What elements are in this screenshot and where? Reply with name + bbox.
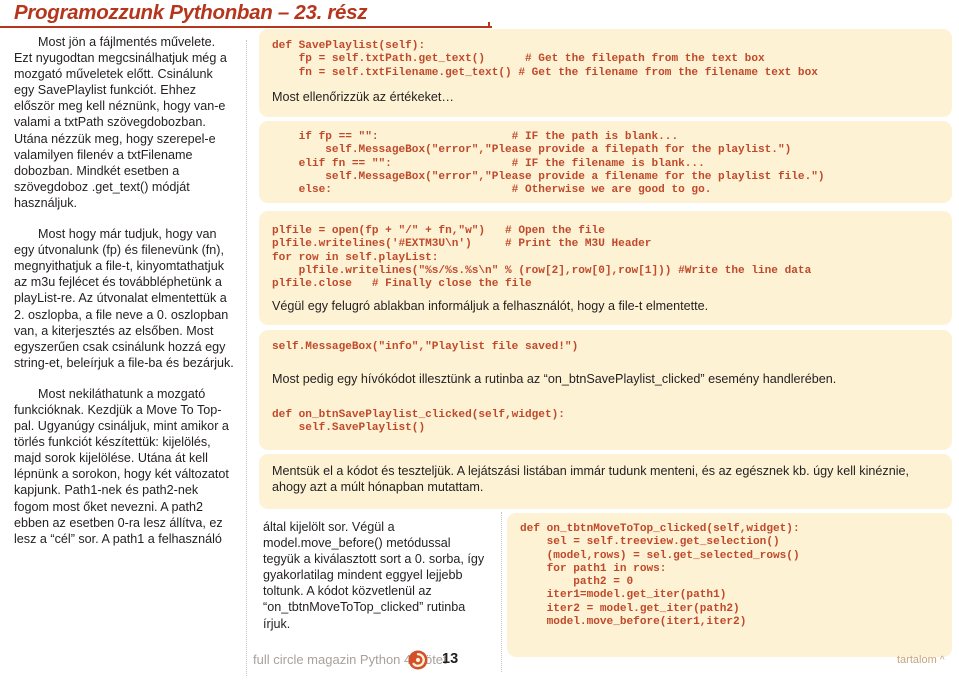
- chevron-up-icon: ^: [939, 655, 945, 666]
- code-panel-handler: self.MessageBox("info","Playlist file sa…: [259, 330, 952, 450]
- column-divider-1: [246, 40, 247, 676]
- code-block: if fp == "": # IF the path is blank... s…: [298, 131, 825, 197]
- column-one: Most jön a fájlmentés művelete. Ezt nyug…: [14, 34, 236, 547]
- code-block: def SavePlaylist(self): fp = self.txtPat…: [272, 40, 818, 79]
- paragraph: Most nekiláthatunk a mozgató funkcióknak…: [14, 386, 229, 546]
- panel-note: Mentsük el a kódot és teszteljük. A lejá…: [272, 464, 910, 494]
- code-panel-test-note: Mentsük el a kódot és teszteljük. A lejá…: [259, 454, 952, 509]
- code-block: def on_tbtnMoveToTop_clicked(self,widget…: [520, 523, 800, 629]
- code-panel-saveplaylist: def SavePlaylist(self): fp = self.txtPat…: [259, 29, 952, 117]
- title-divider-tick: [488, 22, 490, 28]
- page-footer: full circle magazin Python 4. kötet 13 t…: [0, 648, 959, 680]
- toc-link-label: tartalom: [897, 654, 937, 666]
- page-number: 13: [442, 651, 459, 667]
- paragraph: Most jön a fájlmentés művelete. Ezt nyug…: [14, 35, 227, 210]
- code-panel-filewrite: plfile = open(fp + "/" + fn,"w") # Open …: [259, 211, 952, 325]
- code-panel-movetotop: def on_tbtnMoveToTop_clicked(self,widget…: [507, 513, 952, 657]
- code-block: plfile = open(fp + "/" + fn,"w") # Open …: [272, 225, 812, 291]
- paragraph: Most hogy már tudjuk, hogy van egy útvon…: [14, 227, 234, 370]
- panel-note: Most ellenőrizzük az értékeket…: [272, 90, 454, 104]
- code-block: self.MessageBox("info","Playlist file sa…: [272, 341, 579, 353]
- panel-note: Most pedig egy hívókódot illesztünk a ru…: [272, 372, 837, 386]
- page-title: Programozzunk Pythonban – 23. rész: [14, 1, 368, 24]
- page-header: Programozzunk Pythonban – 23. rész: [0, 0, 959, 30]
- code-panel-validation: if fp == "": # IF the path is blank... s…: [259, 121, 952, 203]
- paragraph: által kijelölt sor. Végül a model.move_b…: [263, 520, 485, 631]
- title-divider: [0, 26, 492, 28]
- column-two: által kijelölt sor. Végül a model.move_b…: [263, 519, 491, 632]
- toc-link[interactable]: tartalom ^: [897, 654, 945, 666]
- panel-note: Végül egy felugró ablakban informáljuk a…: [272, 299, 709, 313]
- code-block: def on_btnSavePlaylist_clicked(self,widg…: [272, 409, 565, 435]
- full-circle-logo: [408, 650, 428, 670]
